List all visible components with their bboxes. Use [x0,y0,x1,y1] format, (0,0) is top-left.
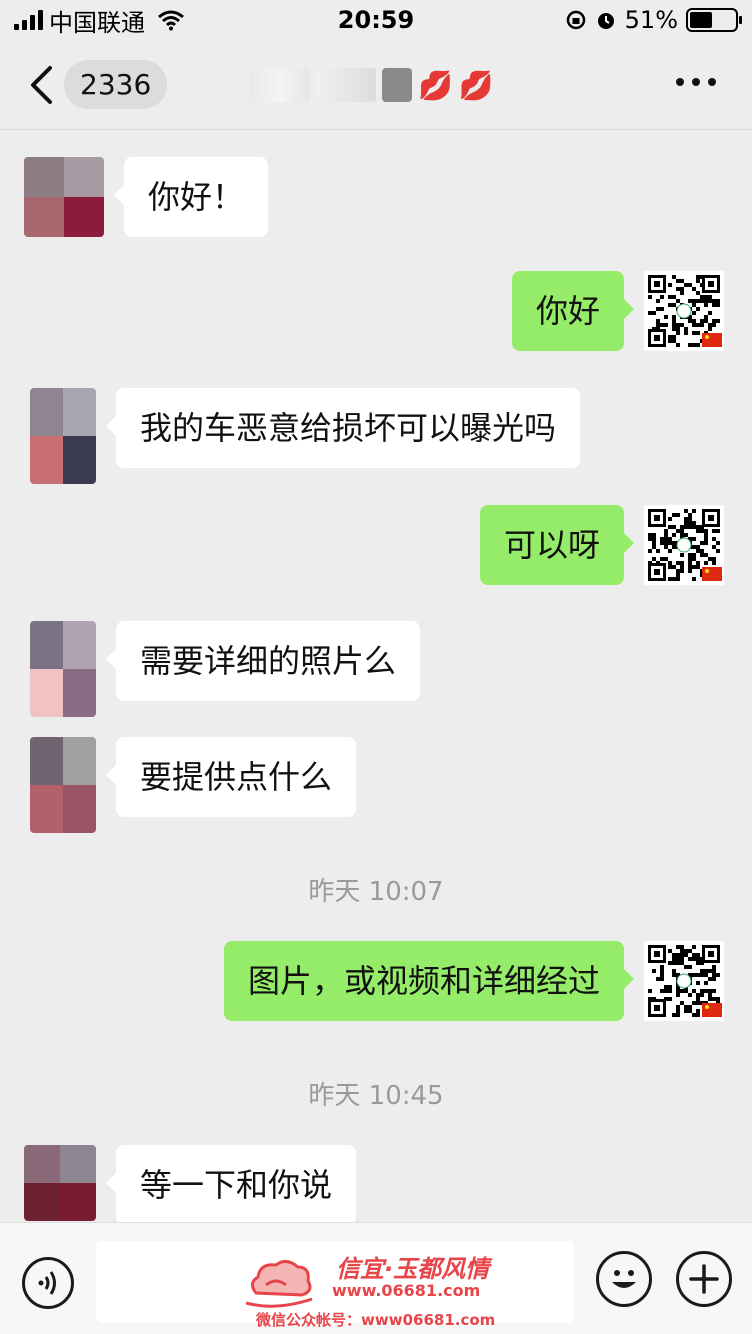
status-right: 51% [565,6,742,34]
qr-code-icon [648,509,722,581]
nav-bar: 2336 💋 💋 [0,40,752,130]
qr-code-icon [648,275,722,347]
message-incoming: 等一下和你说 [24,1145,357,1225]
message-timestamp: 昨天 10:07 [308,877,444,907]
smiley-icon [612,1270,636,1288]
back-button[interactable]: 2336 [28,60,168,109]
message-timestamp: 昨天 10:45 [308,1081,444,1111]
voice-icon [38,1271,56,1295]
qr-code-avatar[interactable] [644,941,724,1021]
qr-code-avatar[interactable] [644,271,724,351]
carrier-label: 中国联通 [49,8,145,37]
message-outgoing: 可以呀 [479,505,724,585]
message-text-input[interactable]: 信宜·玉都风情 www.06681.com 微信公众帐号：www06681.co… [96,1241,574,1329]
lips-icon: 💋 [458,68,494,102]
watermark-subtitle: 微信公众帐号：www06681.com [256,1311,496,1329]
message-bubble[interactable]: 可以呀 [479,505,635,585]
qr-code-avatar[interactable] [644,505,724,585]
blurred-name-part [250,68,310,102]
message-bubble[interactable]: 等一下和你说 [105,1145,357,1225]
emoji-button[interactable] [596,1251,652,1307]
alarm-icon [597,13,614,29]
message-bubble[interactable]: 要提供点什么 [105,737,357,817]
message-bubble[interactable]: 图片，或视频和详细经过 [223,941,635,1021]
voice-input-button[interactable] [22,1257,74,1309]
signal-icon [14,10,43,30]
status-bar: 中国联通 20:59 51% [0,0,752,40]
more-actions-button[interactable] [676,1251,732,1307]
cloud-logo-icon [246,1260,313,1308]
contact-avatar[interactable] [24,1145,96,1221]
contact-avatar[interactable] [30,388,96,484]
message-bubble[interactable]: 我的车恶意给损坏可以曝光吗 [105,388,581,468]
unread-count-badge: 2336 [64,60,168,109]
message-incoming: 你好！ [24,157,269,237]
message-incoming: 要提供点什么 [30,737,357,833]
message-incoming: 我的车恶意给损坏可以曝光吗 [30,388,581,484]
watermark-logo: 信宜·玉都风情 www.06681.com 微信公众帐号：www06681.co… [246,1251,606,1331]
more-options-button[interactable] [676,78,716,86]
battery-icon [686,8,742,32]
chat-message-list[interactable]: 你好！ 你好 我的车恶意给损坏可以曝光吗 可以呀 需要详细的照片么 要提供点什么… [0,131,752,1225]
message-outgoing: 图片，或视频和详细经过 [223,941,724,1021]
contact-avatar[interactable] [24,157,104,237]
qr-code-icon [648,945,722,1017]
message-bubble[interactable]: 你好 [511,271,635,351]
message-outgoing: 你好 [511,271,724,351]
lips-icon: 💋 [418,68,453,102]
rotation-lock-icon [566,10,585,30]
input-bar: 信宜·玉都风情 www.06681.com 微信公众帐号：www06681.co… [0,1222,752,1334]
plus-icon [689,1264,719,1294]
battery-percent: 51% [624,6,678,34]
message-bubble[interactable]: 需要详细的照片么 [105,621,421,701]
message-bubble[interactable]: 你好！ [113,157,269,237]
contact-avatar[interactable] [30,737,96,833]
contact-avatar[interactable] [30,621,96,717]
watermark-url: www.06681.com [332,1281,481,1300]
blurred-name-part [316,68,376,102]
message-incoming: 需要详细的照片么 [30,621,421,717]
battery-fill [690,12,713,28]
chevron-left-icon [31,65,52,104]
blurred-name-part [382,68,412,102]
status-left: 中国联通 [14,3,185,38]
wifi-icon [158,10,184,31]
chat-title-blurred: 💋 💋 [250,62,500,108]
watermark-title: 信宜·玉都风情 [336,1255,490,1283]
